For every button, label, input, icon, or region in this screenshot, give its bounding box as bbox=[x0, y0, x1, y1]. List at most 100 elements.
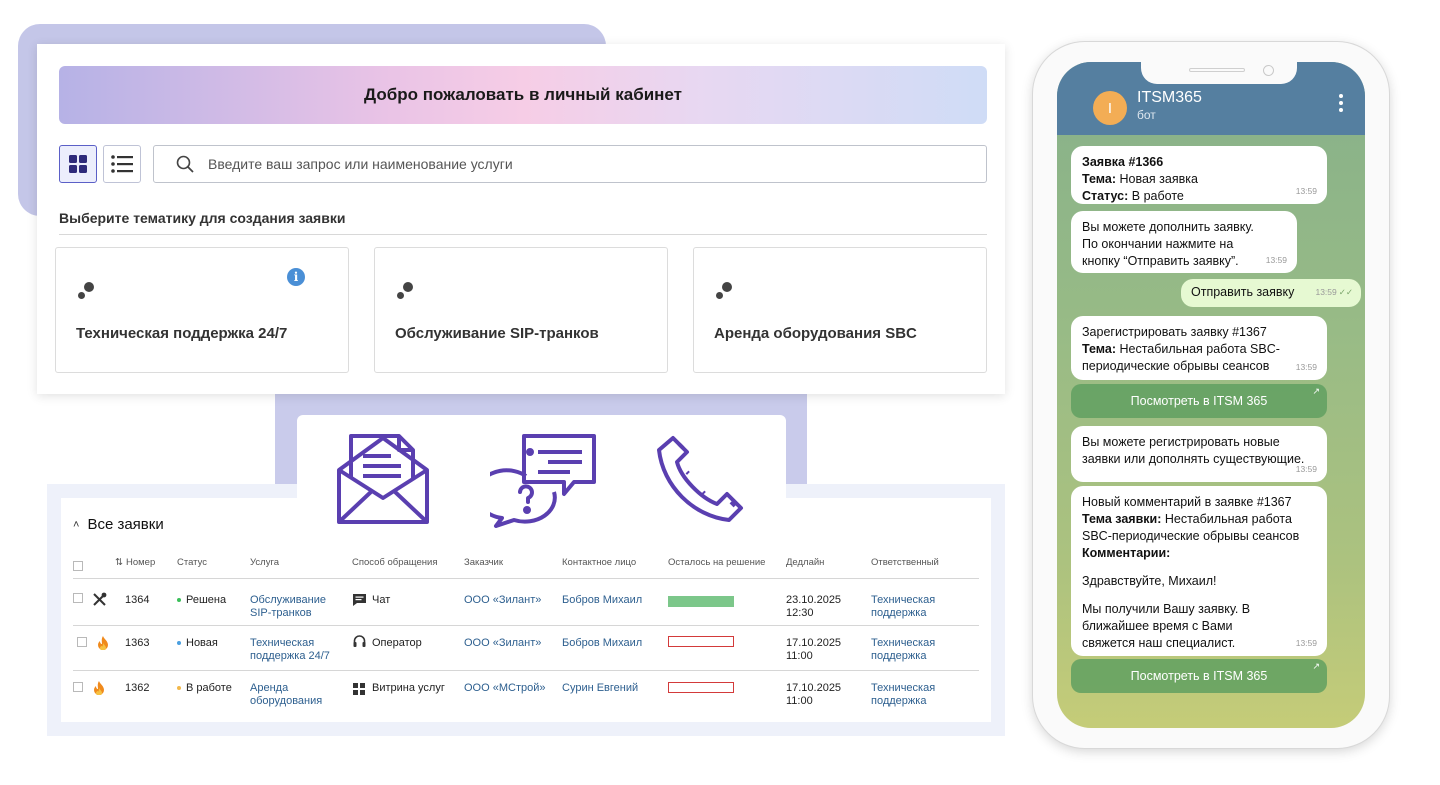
message-time: 13:59 bbox=[1265, 255, 1287, 265]
outgoing-message: Отправить заявку 13:59 ✓✓ bbox=[1181, 279, 1361, 307]
search-placeholder: Введите ваш запрос или наименование услу… bbox=[208, 156, 513, 172]
search-icon bbox=[176, 155, 194, 173]
welcome-banner: Добро пожаловать в личный кабинет bbox=[59, 66, 987, 124]
divider bbox=[73, 670, 979, 671]
bot-name: ITSM365 bbox=[1137, 89, 1202, 106]
tickets-title: Все заявки bbox=[87, 516, 164, 533]
ticket-channel: Чат bbox=[372, 594, 391, 606]
ticket-deadline-time: 11:00 bbox=[786, 695, 813, 707]
message-time: 13:59 bbox=[1315, 287, 1337, 297]
column-header[interactable]: Контактное лицо bbox=[562, 557, 636, 568]
topic-card-sbc[interactable]: Аренда оборудования SBC bbox=[693, 247, 987, 373]
search-input[interactable]: Введите ваш запрос или наименование услу… bbox=[153, 145, 987, 183]
message-time: 13:59 bbox=[1295, 362, 1317, 372]
view-in-itsm-button[interactable]: Посмотреть в ITSM 365 ↗ bbox=[1071, 659, 1327, 693]
tickets-header[interactable]: ˄ Все заявки bbox=[73, 516, 164, 533]
ticket-channel: Витрина услуг bbox=[372, 682, 445, 694]
topic-icon bbox=[716, 282, 740, 306]
chat-question-icon bbox=[490, 434, 596, 528]
info-icon[interactable]: i bbox=[287, 268, 305, 286]
fire-icon bbox=[94, 681, 104, 695]
message-time: 13:59 bbox=[1295, 186, 1317, 196]
avatar: I bbox=[1093, 91, 1127, 125]
view-in-itsm-button[interactable]: Посмотреть в ITSM 365 ↗ bbox=[1071, 384, 1327, 418]
ticket-number: 1363 bbox=[125, 637, 150, 649]
chat-message: Заявка #1366 Тема: Новая заявка Статус: … bbox=[1071, 146, 1327, 204]
grid-view-button[interactable] bbox=[59, 145, 97, 183]
more-vertical-icon[interactable] bbox=[1339, 94, 1343, 114]
ticket-owner-link[interactable]: Техническая поддержка bbox=[871, 594, 951, 620]
row-checkbox[interactable] bbox=[73, 593, 83, 603]
ticket-contact-link[interactable]: Бобров Михаил bbox=[562, 637, 642, 650]
topic-card-support[interactable]: i Техническая поддержка 24/7 bbox=[55, 247, 349, 373]
divider bbox=[73, 625, 979, 626]
service-portal-panel: Добро пожаловать в личный кабинет Введит… bbox=[37, 44, 1005, 394]
topic-card-sip[interactable]: Обслуживание SIP-транков bbox=[374, 247, 668, 373]
chat-message: Зарегистрировать заявку #1367 Тема: Нест… bbox=[1071, 316, 1327, 380]
phone-notch bbox=[1141, 62, 1297, 84]
chat-screen: I ITSM365 бот Заявка #1366 Тема: Новая з… bbox=[1057, 62, 1365, 728]
column-header[interactable]: Услуга bbox=[250, 557, 279, 568]
chat-message: Новый комментарий в заявке #1367 Тема за… bbox=[1071, 486, 1327, 656]
phone-icon bbox=[657, 436, 743, 522]
message-time: 13:59 bbox=[1295, 464, 1317, 474]
column-header[interactable]: Дедлайн bbox=[786, 557, 824, 568]
row-checkbox[interactable] bbox=[77, 637, 87, 647]
ticket-owner-link[interactable]: Техническая поддержка bbox=[871, 682, 951, 708]
chat-icon bbox=[353, 594, 366, 606]
ticket-deadline-time: 11:00 bbox=[786, 650, 813, 662]
ticket-status: Решена bbox=[177, 594, 226, 607]
ticket-deadline-date: 17.10.2025 bbox=[786, 637, 842, 649]
read-checkmarks-icon: ✓✓ bbox=[1338, 287, 1353, 297]
column-header[interactable]: Осталось на решение bbox=[668, 557, 765, 568]
column-header[interactable]: Заказчик bbox=[464, 557, 503, 568]
divider bbox=[59, 234, 987, 235]
ticket-deadline-time: 12:30 bbox=[786, 607, 814, 619]
column-header[interactable]: Статус bbox=[177, 557, 207, 568]
ticket-channel: Оператор bbox=[372, 637, 422, 649]
fire-icon bbox=[98, 636, 108, 650]
sort-icon[interactable]: ⇅ bbox=[115, 557, 123, 568]
ticket-number: 1364 bbox=[125, 594, 150, 606]
column-header[interactable]: Способ обращения bbox=[352, 557, 438, 568]
ticket-status: Новая bbox=[177, 637, 218, 650]
tickets-table: ˄ Все заявки ⇅ Номер Статус Услуга Спосо… bbox=[61, 498, 991, 722]
external-link-icon: ↗ bbox=[1312, 386, 1320, 396]
status-dot bbox=[177, 641, 181, 646]
ticket-customer-link[interactable]: ООО «Зилант» bbox=[464, 594, 541, 607]
ticket-deadline-date: 17.10.2025 bbox=[786, 682, 842, 694]
tools-icon bbox=[93, 592, 107, 606]
topic-icon bbox=[397, 282, 421, 306]
grid-icon bbox=[69, 155, 87, 173]
remaining-time-bar bbox=[668, 636, 734, 647]
divider bbox=[73, 578, 979, 579]
topic-card-label: Аренда оборудования SBC bbox=[714, 325, 917, 342]
ticket-service-link[interactable]: Обслуживание SIP-транков bbox=[250, 594, 340, 620]
chat-message: Вы можете дополнить заявку. По окончании … bbox=[1071, 211, 1297, 273]
column-header[interactable]: Номер bbox=[126, 557, 155, 568]
ticket-service-link[interactable]: Техническая поддержка 24/7 bbox=[250, 637, 342, 663]
external-link-icon: ↗ bbox=[1312, 661, 1320, 671]
list-view-button[interactable] bbox=[103, 145, 141, 183]
ticket-contact-link[interactable]: Бобров Михаил bbox=[562, 594, 642, 607]
topic-icon bbox=[78, 282, 102, 306]
headset-icon bbox=[353, 635, 366, 647]
column-header[interactable]: Ответственный bbox=[871, 557, 939, 568]
ticket-number: 1362 bbox=[125, 682, 150, 694]
showcase-grid-icon bbox=[353, 683, 365, 695]
bot-subtitle: бот bbox=[1137, 108, 1156, 122]
remaining-time-bar bbox=[668, 682, 734, 693]
ticket-customer-link[interactable]: ООО «Зилант» bbox=[464, 637, 541, 650]
ticket-customer-link[interactable]: ООО «МСтрой» bbox=[464, 682, 546, 695]
remaining-time-bar bbox=[668, 596, 734, 607]
select-all-checkbox[interactable] bbox=[73, 561, 83, 571]
row-checkbox[interactable] bbox=[73, 682, 83, 692]
topics-title: Выберите тематику для создания заявки bbox=[59, 210, 346, 226]
email-icon bbox=[337, 434, 429, 524]
ticket-service-link[interactable]: Аренда оборудования bbox=[250, 682, 330, 708]
channels-panel bbox=[297, 415, 786, 528]
status-dot bbox=[177, 686, 181, 691]
ticket-owner-link[interactable]: Техническая поддержка bbox=[871, 637, 951, 663]
ticket-contact-link[interactable]: Сурин Евгений bbox=[562, 682, 638, 695]
ticket-deadline-date: 23.10.2025 bbox=[786, 594, 842, 606]
